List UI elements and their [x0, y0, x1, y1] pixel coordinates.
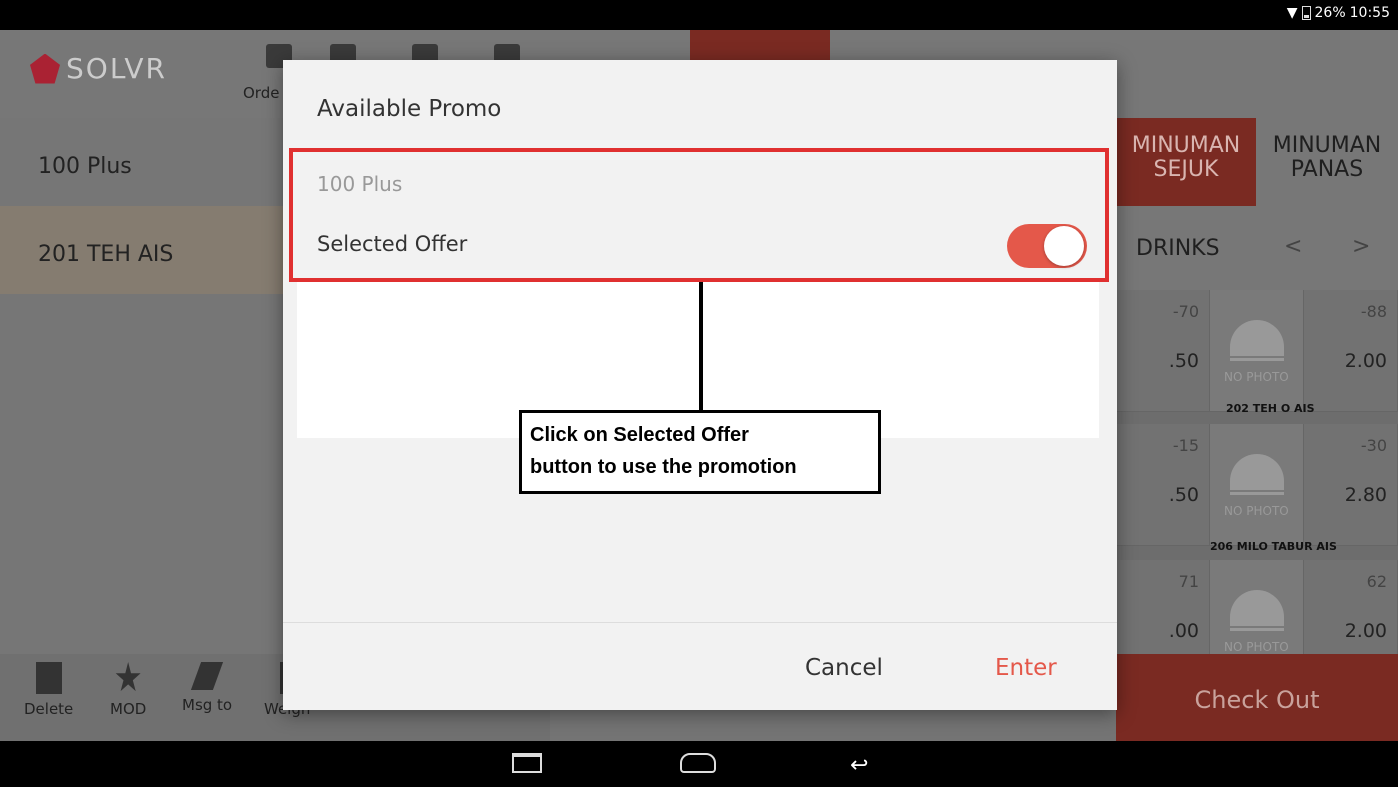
annotation-line: button to use the promotion	[530, 456, 797, 478]
prev-icon[interactable]: <	[1284, 234, 1302, 259]
back-icon[interactable]: ↩	[850, 753, 868, 778]
menu-cell[interactable]: -30 2.80	[1304, 424, 1398, 546]
menu-cell[interactable]: NO PHOTO	[1210, 424, 1304, 546]
promo-item-name: 100 Plus	[317, 172, 403, 196]
dialog-title: Available Promo	[317, 96, 502, 122]
menu-cell[interactable]: -88 2.00	[1304, 290, 1398, 412]
annotation-line: Click on Selected Offer	[530, 424, 749, 446]
menu-cell[interactable]: NO PHOTO	[1210, 290, 1304, 412]
battery-icon	[1301, 6, 1311, 20]
delete-button[interactable]: Delete	[24, 662, 73, 718]
home-icon[interactable]	[680, 753, 716, 773]
selected-offer-toggle[interactable]	[1007, 224, 1087, 268]
pencil-icon	[190, 662, 224, 690]
category-minuman-sejuk[interactable]: MINUMAN SEJUK	[1116, 118, 1256, 206]
trash-icon	[35, 662, 62, 694]
toggle-knob	[1044, 226, 1084, 266]
promo-dialog: Available Promo 100 Plus Selected Offer …	[283, 60, 1117, 710]
menu-cell[interactable]: -15 .50	[1116, 424, 1210, 546]
android-nav-bar: ↩	[0, 741, 1398, 787]
subcategory-label[interactable]: DRINKS	[1136, 236, 1220, 261]
wifi-icon: ▼	[1286, 5, 1298, 21]
menu-grid: -70 .50 NO PHOTO -88 2.00 202 TEH O AIS …	[1116, 290, 1398, 682]
checkout-button[interactable]: Check Out	[1116, 654, 1398, 741]
msg-to-button[interactable]: Msg to	[182, 662, 232, 714]
menu-item-name: 202 TEH O AIS	[1226, 402, 1315, 415]
recent-apps-icon[interactable]	[512, 753, 542, 773]
category-minuman-panas[interactable]: MINUMAN PANAS	[1256, 118, 1398, 206]
annotation-callout: Click on Selected Offer button to use th…	[519, 410, 881, 494]
next-icon[interactable]: >	[1352, 234, 1370, 259]
menu-cell[interactable]: -70 .50	[1116, 290, 1210, 412]
enter-button[interactable]: Enter	[995, 655, 1057, 681]
cancel-button[interactable]: Cancel	[805, 655, 883, 681]
star-icon	[115, 662, 141, 692]
promo-highlight-box: 100 Plus Selected Offer	[289, 148, 1109, 282]
order-tab-label[interactable]: Orde	[243, 84, 279, 102]
no-photo-icon	[1230, 310, 1284, 361]
logo-icon	[30, 53, 60, 84]
logo-text: SOLVR	[66, 52, 167, 85]
status-bar: ▼ 26% 10:55	[0, 0, 1398, 30]
annotation-pointer	[699, 282, 703, 412]
menu-item-name: 206 MILO TABUR AIS	[1210, 540, 1337, 553]
subcategory-bar: DRINKS < >	[1116, 206, 1398, 290]
screen: ▼ 26% 10:55 SOLVR Orde 100 Plus 201 TEH …	[0, 0, 1398, 787]
no-photo-icon	[1230, 580, 1284, 631]
clock: 10:55	[1349, 5, 1390, 21]
selected-offer-label: Selected Offer	[317, 232, 468, 256]
no-photo-icon	[1230, 444, 1284, 495]
dialog-footer: Cancel Enter	[283, 622, 1117, 710]
battery-level: 26%	[1314, 5, 1346, 21]
mod-button[interactable]: MOD	[110, 662, 146, 718]
app-logo: SOLVR	[30, 52, 167, 85]
